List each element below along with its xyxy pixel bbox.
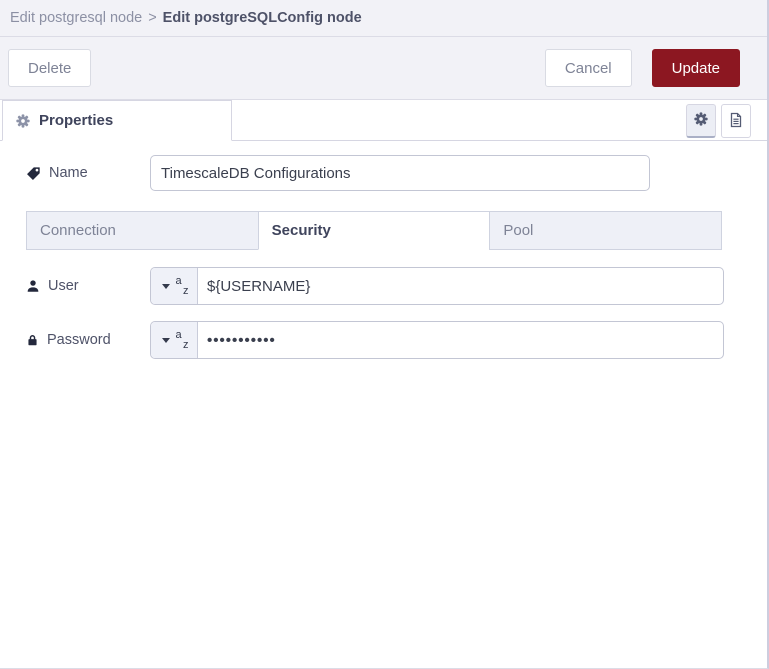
config-tabs: Connection Security Pool bbox=[26, 211, 723, 250]
tab-properties-label: Properties bbox=[39, 112, 114, 129]
string-type-icon: a z bbox=[175, 275, 189, 297]
document-icon bbox=[728, 112, 744, 131]
node-settings-button[interactable] bbox=[686, 104, 716, 138]
password-label-text: Password bbox=[47, 332, 111, 348]
cancel-button[interactable]: Cancel bbox=[544, 49, 632, 87]
breadcrumb-parent[interactable]: Edit postgresql node bbox=[10, 10, 142, 26]
password-typed-input: a z bbox=[150, 321, 724, 359]
tab-connection[interactable]: Connection bbox=[26, 211, 259, 250]
tab-pool[interactable]: Pool bbox=[489, 211, 723, 250]
dialog-toolbar: Delete Cancel Update bbox=[0, 37, 767, 100]
panel-icon-buttons bbox=[686, 104, 751, 138]
chevron-down-icon bbox=[161, 283, 170, 289]
user-icon bbox=[26, 279, 40, 293]
password-input[interactable] bbox=[198, 322, 723, 358]
name-input[interactable] bbox=[150, 155, 650, 191]
string-type-letter-a: a bbox=[175, 329, 182, 341]
lock-icon bbox=[26, 333, 39, 347]
node-description-button[interactable] bbox=[721, 104, 751, 138]
string-type-letter-a: a bbox=[175, 275, 182, 287]
name-row: Name bbox=[26, 155, 741, 191]
password-type-select-button[interactable]: a z bbox=[151, 322, 198, 358]
name-label-text: Name bbox=[49, 165, 88, 181]
tab-security[interactable]: Security bbox=[257, 211, 491, 250]
tab-properties[interactable]: Properties bbox=[2, 100, 232, 141]
password-row: Password a z bbox=[26, 321, 741, 359]
user-type-select-button[interactable]: a z bbox=[151, 268, 198, 304]
breadcrumb-current: Edit postgreSQLConfig node bbox=[162, 10, 362, 26]
gear-icon bbox=[16, 113, 30, 128]
string-type-letter-z: z bbox=[183, 339, 189, 351]
user-input[interactable] bbox=[198, 268, 723, 304]
node-config-form: Name Connection Security Pool User bbox=[0, 141, 767, 359]
breadcrumb: Edit postgresql node > Edit postgreSQLCo… bbox=[0, 0, 767, 37]
password-label: Password bbox=[26, 332, 150, 348]
panel-tabbar: Properties bbox=[0, 100, 767, 141]
name-label: Name bbox=[26, 165, 150, 181]
breadcrumb-separator: > bbox=[148, 10, 157, 26]
user-label-text: User bbox=[48, 278, 79, 294]
user-typed-input: a z bbox=[150, 267, 724, 305]
update-button[interactable]: Update bbox=[651, 49, 740, 87]
dialog-header: Edit postgresql node > Edit postgreSQLCo… bbox=[0, 0, 767, 100]
user-label: User bbox=[26, 278, 150, 294]
chevron-down-icon bbox=[161, 337, 170, 343]
string-type-icon: a z bbox=[175, 329, 189, 351]
string-type-letter-z: z bbox=[183, 285, 189, 297]
edit-node-dialog: Edit postgresql node > Edit postgreSQLCo… bbox=[0, 0, 769, 669]
user-row: User a z bbox=[26, 267, 741, 305]
gear-icon bbox=[694, 112, 708, 129]
tag-icon bbox=[26, 166, 41, 181]
delete-button[interactable]: Delete bbox=[8, 49, 92, 87]
